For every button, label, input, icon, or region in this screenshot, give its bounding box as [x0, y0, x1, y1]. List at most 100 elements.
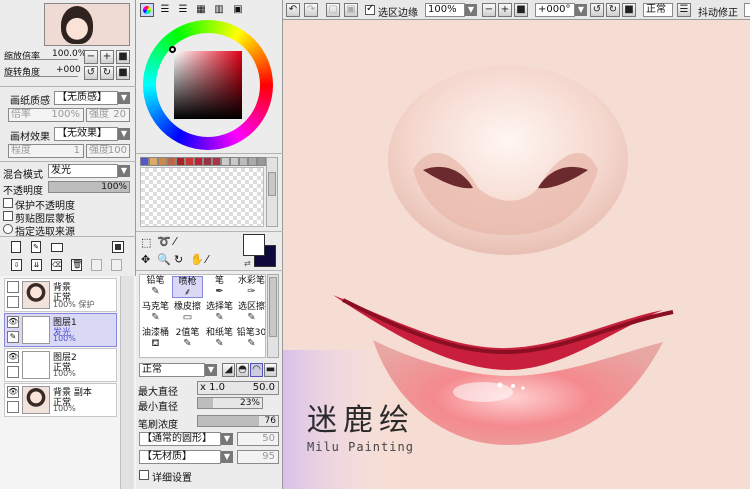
zoom-in-button[interactable]: + [100, 50, 114, 64]
rotate-tool-icon[interactable]: ↻ [174, 253, 183, 266]
deselect-icon[interactable]: ▢ [326, 3, 340, 17]
new-folder-icon[interactable] [51, 243, 63, 252]
brush-texture-dropdown-icon[interactable]: ▼ [221, 451, 233, 463]
visibility-toggle-icon[interactable]: 👁 [7, 316, 19, 328]
brush-tool[interactable]: 水彩笔 ✑ [236, 276, 265, 298]
hand-icon[interactable]: ✋ [190, 253, 204, 266]
scratch-swatch-area[interactable] [140, 167, 264, 227]
brush-tool[interactable]: 铅笔30 ✎ [236, 328, 265, 350]
palette-tab-icon[interactable]: ▥ [212, 3, 226, 17]
brush-tool[interactable]: 笔 ✒ [204, 276, 235, 298]
canvas-mode-menu-icon[interactable]: ☰ [677, 3, 691, 17]
rotate-left-button[interactable]: ↺ [84, 66, 98, 80]
material-effect-select[interactable]: 【无效果】 [54, 127, 118, 141]
new-layer-icon[interactable] [11, 241, 21, 253]
layer-lock-icon[interactable] [7, 366, 19, 378]
rotate-right-button[interactable]: ↻ [100, 66, 114, 80]
color-wheel-cursor-icon[interactable] [169, 46, 176, 53]
density-slider[interactable]: 76 [197, 415, 279, 427]
color-swatch[interactable] [158, 157, 167, 166]
material-effect-dropdown-icon[interactable]: ▼ [118, 128, 130, 140]
color-swatch[interactable] [248, 157, 257, 166]
color-swatch[interactable] [140, 157, 149, 166]
canvas-mode-select[interactable]: 正常 [643, 3, 673, 17]
layer-item[interactable]: 👁 图层2 正常 100% [4, 348, 117, 382]
stabilizer-field[interactable] [744, 3, 750, 17]
clipping-mask-checkbox[interactable] [3, 211, 13, 221]
canvas-zoom-out-icon[interactable]: − [482, 3, 496, 17]
magic-wand-icon[interactable]: ⁄ [174, 235, 176, 248]
layer-panel-menu-icon[interactable] [112, 241, 124, 253]
angle-select[interactable]: +000° [535, 3, 575, 17]
canvas-rotate-reset-icon[interactable]: ■ [622, 3, 636, 17]
protect-opacity-checkbox[interactable] [3, 198, 13, 208]
layer-lock-icon[interactable] [7, 401, 19, 413]
paper-texture-select[interactable]: 【无质感】 [54, 91, 118, 105]
brush-mode-select[interactable]: 正常 [139, 363, 205, 377]
visibility-toggle-icon[interactable]: 👁 [7, 386, 19, 398]
brush-texture-select[interactable]: 【无材质】 [139, 450, 221, 464]
angle-dropdown-icon[interactable]: ▼ [575, 4, 587, 16]
swap-colors-icon[interactable]: ⇄ [244, 259, 251, 268]
swatch-tab-icon[interactable]: ▦ [194, 3, 208, 17]
layer-list-scrollbar[interactable] [120, 276, 134, 489]
color-swatch[interactable] [149, 157, 158, 166]
canvas-rotate-right-icon[interactable]: ↻ [606, 3, 620, 17]
color-swatch[interactable] [239, 157, 248, 166]
copy-layer-icon[interactable]: ⇩ [11, 259, 22, 271]
color-swatch[interactable] [185, 157, 194, 166]
rgb-slider-tab-icon[interactable]: ☰ [158, 3, 172, 17]
foreground-color-swatch[interactable] [243, 234, 265, 256]
paper-texture-dropdown-icon[interactable]: ▼ [118, 92, 130, 104]
color-swatch[interactable] [203, 157, 212, 166]
invert-selection-icon[interactable]: ▣ [344, 3, 358, 17]
selection-border-checkbox[interactable] [365, 3, 375, 15]
zoom-out-button[interactable]: − [84, 50, 98, 64]
zoom-tool-icon[interactable]: 🔍 [157, 253, 171, 266]
brush-tool[interactable]: 铅笔 ✎ [140, 276, 171, 298]
max-size-field[interactable]: x 1.0 50.0 [197, 381, 279, 395]
brush-tool[interactable]: 橡皮擦 ▭ [172, 302, 203, 324]
layer-item-selected[interactable]: 👁 ✎ 图层1 发光 100% [4, 313, 117, 347]
rotate-slider[interactable] [4, 76, 78, 77]
rect-select-icon[interactable]: ⬚ [141, 236, 151, 249]
layer-item[interactable]: 背景 正常 100% 保护 [4, 278, 117, 312]
drawing-canvas[interactable]: 迷鹿绘 Milu Painting [283, 20, 750, 489]
new-linework-layer-icon[interactable]: ✎ [31, 241, 41, 253]
saturation-value-square[interactable] [174, 51, 242, 119]
color-swatch[interactable] [221, 157, 230, 166]
color-wheel-tab-icon[interactable] [140, 3, 154, 17]
clear-layer-icon[interactable]: ⌫ [51, 259, 62, 271]
blend-mode-dropdown-icon[interactable]: ▼ [118, 165, 130, 177]
zoom-reset-button[interactable]: ■ [116, 50, 130, 64]
delete-layer-icon[interactable]: 🗑 [71, 259, 82, 271]
brush-tool[interactable]: 2值笔 ✎ [172, 328, 203, 350]
edge-flat-icon[interactable]: ▬ [264, 363, 277, 377]
opacity-slider[interactable]: 100% [48, 181, 130, 193]
redo-icon[interactable]: ↷ [304, 3, 318, 17]
detail-settings-checkbox[interactable] [139, 470, 149, 480]
brush-tool[interactable]: 选区擦 ✎ [236, 302, 265, 324]
min-size-slider[interactable]: 23% [197, 397, 263, 409]
brush-shape-select[interactable]: 【通常的圆形】 [139, 432, 221, 446]
brush-tool[interactable]: 选择笔 ✎ [204, 302, 235, 324]
brush-tool[interactable]: 喷枪 ⸙ [172, 276, 203, 298]
navigator-thumbnail[interactable] [44, 3, 130, 46]
edge-medium-icon[interactable]: ◓ [236, 363, 249, 377]
zoom-select[interactable]: 100% [425, 3, 465, 17]
eyedropper-icon[interactable]: ⁄ [206, 253, 208, 266]
color-swatch[interactable] [230, 157, 239, 166]
swatch-scrollbar[interactable] [266, 157, 278, 227]
zoom-dropdown-icon[interactable]: ▼ [465, 4, 477, 16]
scratchpad-tab-icon[interactable]: ▣ [231, 3, 245, 17]
color-swatch[interactable] [167, 157, 176, 166]
hsv-slider-tab-icon[interactable]: ☰ [176, 3, 190, 17]
brush-mode-dropdown-icon[interactable]: ▼ [205, 364, 217, 376]
merge-down-icon[interactable]: ⇊ [31, 259, 42, 271]
color-swatch[interactable] [257, 157, 266, 166]
edge-hard-icon[interactable]: ◢ [222, 363, 235, 377]
canvas-zoom-in-icon[interactable]: + [498, 3, 512, 17]
rotate-reset-button[interactable]: ■ [116, 66, 130, 80]
layer-lock-icon[interactable] [7, 296, 19, 308]
zoom-slider[interactable] [4, 59, 78, 60]
